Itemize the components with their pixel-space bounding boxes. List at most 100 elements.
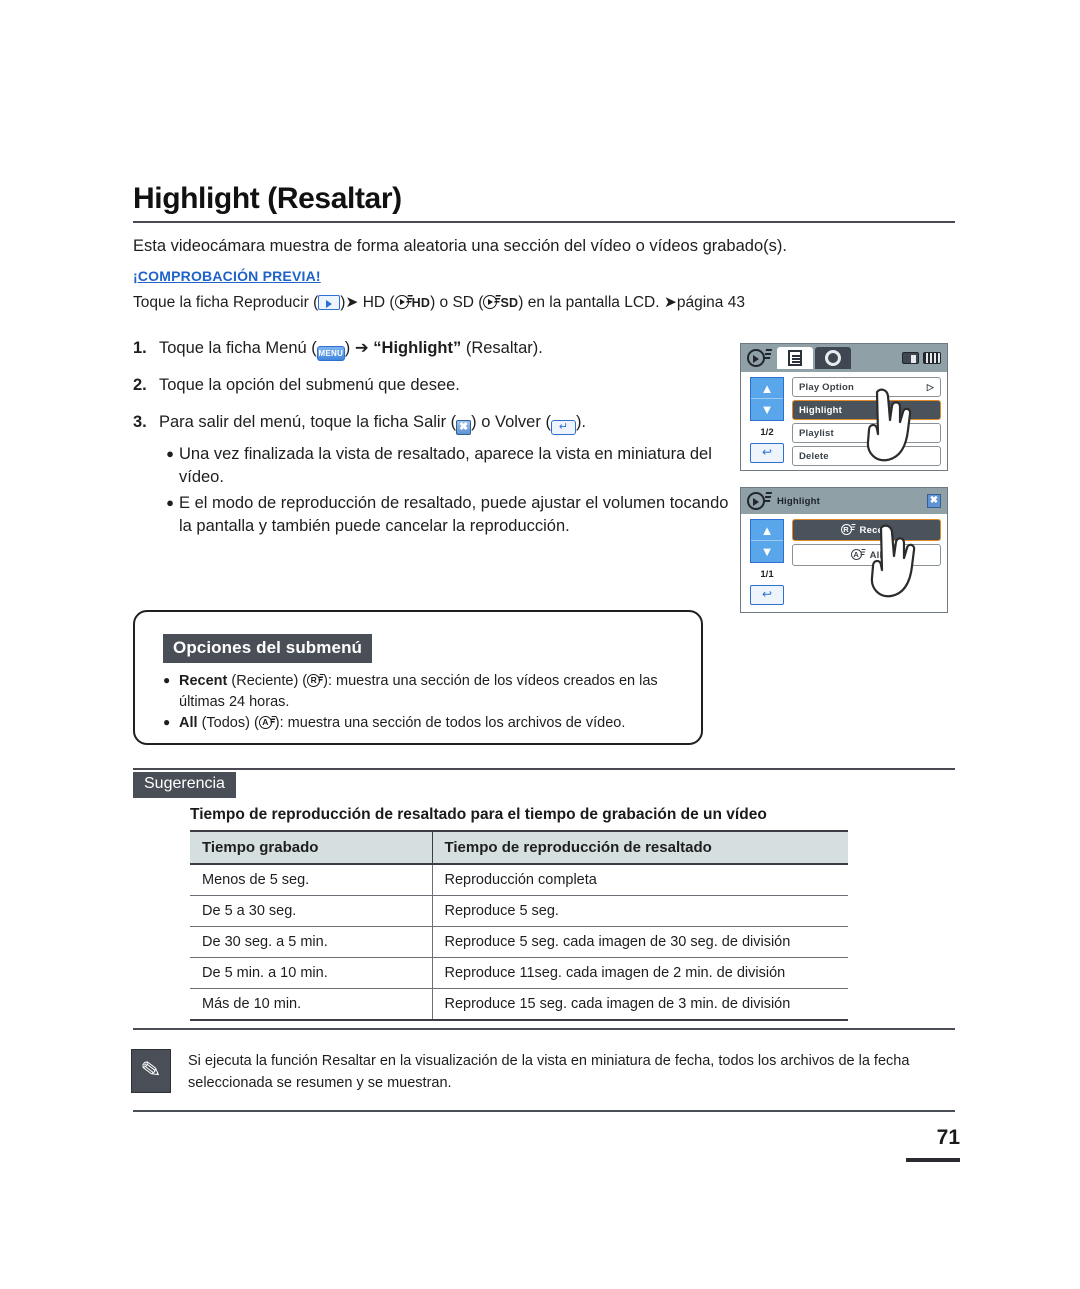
lcd2-up-arrow[interactable]: ▲	[751, 520, 783, 541]
step-3-post: ).	[575, 412, 587, 431]
lcd2-menu-item-all[interactable]: A All	[792, 544, 941, 566]
step-1: 1. Toque la ficha Menú (MENU) ➔ “Highlig…	[133, 336, 733, 361]
back-icon: ↵	[550, 419, 576, 435]
precheck-label: ¡COMPROBACIÓN PREVIA!	[133, 268, 321, 284]
manual-page: Highlight (Resaltar) Esta videocámara mu…	[0, 0, 1080, 1289]
lcd1-up-arrow[interactable]: ▲	[751, 378, 783, 399]
note-pencil-icon: ✎	[131, 1049, 171, 1093]
lcd1-menu-item-playlist[interactable]: Playlist	[792, 423, 941, 443]
submenu-option-all-desc: : muestra una sección de todos los archi…	[279, 715, 626, 732]
all-badge-icon-inline: A	[258, 716, 276, 730]
tab-document[interactable]	[777, 347, 813, 369]
lcd1-menu-item-play-option[interactable]: Play Option ▷	[792, 377, 941, 397]
precheck-text-3: HD (	[358, 294, 395, 311]
submenu-option-all-name: All	[179, 715, 198, 732]
submenu-option-all-text: All (Todos) (A): muestra una sección de …	[179, 715, 626, 732]
submenu-options-box: Opciones del submenú ● Recent (Reciente)…	[133, 610, 703, 745]
lcd2-menu-item-all-label: All	[869, 549, 883, 561]
bullet-dot-icon-3: ●	[163, 673, 171, 687]
lcd2-page-indicator: 1/1	[760, 569, 774, 580]
submenu-options-list: ● Recent (Reciente) (R): muestra una sec…	[163, 671, 683, 734]
gear-icon	[825, 350, 841, 366]
table-header-highlight-time: Tiempo de reproducción de resaltado	[432, 831, 848, 864]
all-badge-icon: A	[850, 549, 866, 561]
arrow-glyph: ➤	[345, 294, 359, 311]
lcd1-body: ▲ ▼ 1/2 ↩ Play Option ▷ Highlight Playli…	[741, 372, 947, 470]
table-cell-recorded: De 30 seg. a 5 min.	[190, 926, 433, 958]
table-row: Menos de 5 seg. Reproducción completa	[190, 864, 848, 896]
sd-label: SD	[500, 296, 519, 310]
table-cell-playback: Reproduce 11seg. cada imagen de 2 min. d…	[444, 965, 786, 981]
lcd-screen-highlight-submenu: Highlight ✖ ▲ ▼ 1/1 ↩ R Recent A All	[740, 487, 948, 613]
lcd2-menu-item-recent-label: Recent	[859, 524, 893, 536]
lcd1-menu-item-highlight[interactable]: Highlight	[792, 400, 941, 420]
lcd-screen-menu: ▲ ▼ 1/2 ↩ Play Option ▷ Highlight Playli…	[740, 343, 948, 471]
play-disc-icon-lcd1[interactable]	[747, 348, 773, 368]
lcd2-nav-column: ▲ ▼ 1/1 ↩	[747, 519, 787, 612]
table-row: De 5 a 30 seg. Reproduce 5 seg.	[190, 895, 848, 927]
lcd1-top-bar	[741, 344, 947, 372]
play-disc-icon-lcd2	[747, 491, 773, 511]
submenu-options-heading: Opciones del submenú	[163, 634, 373, 663]
step-3-pre: Para salir del menú, toque la ficha Sali…	[159, 412, 457, 431]
pencil-glyph: ✎	[139, 1055, 163, 1086]
submenu-option-recent-translation: (Reciente)	[231, 673, 299, 689]
page-title: Highlight (Resaltar)	[133, 182, 402, 215]
page-number-rule	[906, 1158, 960, 1162]
note-divider-bottom	[133, 1110, 955, 1112]
lcd2-menu-column: R Recent A All	[792, 519, 941, 612]
recent-badge-icon-inline: R	[307, 674, 324, 688]
table-header-row: Tiempo grabado Tiempo de reproducción de…	[190, 831, 848, 864]
step-1-arrow: ➔	[354, 339, 369, 357]
table-header-recorded-time: Tiempo grabado	[190, 831, 433, 864]
close-icon[interactable]: ✖	[927, 494, 941, 508]
table-row: De 5 min. a 10 min. Reproduce 11seg. cad…	[190, 957, 848, 989]
title-divider	[133, 221, 955, 223]
playback-time-table: Tiempo grabado Tiempo de reproducción de…	[190, 830, 848, 1021]
exit-icon: ✖	[456, 419, 472, 435]
tab-settings[interactable]	[815, 347, 851, 369]
step-bullet-1: ● Una vez finalizada la vista de resalta…	[161, 443, 733, 490]
lcd2-menu-item-recent[interactable]: R Recent	[792, 519, 941, 541]
steps-list: 1. Toque la ficha Menú (MENU) ➔ “Highlig…	[133, 336, 733, 540]
table-cell-playback: Reproduce 5 seg. cada imagen de 30 seg. …	[444, 934, 791, 950]
step-2-number: 2.	[133, 376, 147, 394]
menu-icon: MENU	[316, 346, 345, 361]
lcd1-back-button[interactable]: ↩	[750, 443, 784, 463]
precheck-text-1: Toque la ficha Reproducir (	[133, 294, 319, 311]
lcd1-menu-item-delete[interactable]: Delete	[792, 446, 941, 466]
lcd2-back-button[interactable]: ↩	[750, 585, 784, 605]
suggestion-tag: Sugerencia	[133, 772, 236, 798]
lcd1-status-icons	[902, 352, 941, 364]
lcd1-menu-item-play-option-label: Play Option	[799, 381, 854, 393]
step-bullets: ● Una vez finalizada la vista de resalta…	[133, 443, 733, 539]
table-cell-recorded: Menos de 5 seg.	[190, 864, 433, 896]
step-1-bold: “Highlight”	[373, 339, 462, 357]
play-tab-icon	[318, 295, 341, 310]
table-head: Tiempo grabado Tiempo de reproducción de…	[190, 831, 848, 864]
step-3-number: 3.	[133, 412, 147, 431]
lcd2-title: Highlight	[777, 495, 820, 507]
lcd2-down-arrow[interactable]: ▼	[751, 541, 783, 562]
play-disc-icon-2	[483, 295, 502, 310]
lcd1-down-arrow[interactable]: ▼	[751, 399, 783, 420]
step-bullet-2-text: E el modo de reproducción de resaltado, …	[179, 493, 729, 536]
submenu-option-all: ● All (Todos) (A): muestra una sección d…	[163, 713, 683, 734]
lcd1-menu-item-playlist-label: Playlist	[799, 427, 834, 439]
suggestion-divider	[133, 768, 955, 770]
step-1-number: 1.	[133, 339, 147, 357]
page-reference-arrow: ➤	[663, 294, 677, 311]
precheck-instruction: Toque la ficha Reproducir ()➤ HD (HD) o …	[133, 292, 963, 314]
page-reference: página 43	[676, 294, 745, 311]
table-cell-recorded: Más de 10 min.	[190, 988, 433, 1020]
lcd2-arrow-box: ▲ ▼	[750, 519, 784, 563]
lcd1-menu-column: Play Option ▷ Highlight Playlist Delete	[792, 377, 941, 470]
submenu-option-recent: ● Recent (Reciente) (R): muestra una sec…	[163, 671, 683, 712]
step-1-mid: )	[344, 339, 355, 357]
battery-icon	[923, 352, 941, 364]
bullet-dot-icon-4: ●	[163, 715, 171, 730]
step-bullet-2: ● E el modo de reproducción de resaltado…	[161, 492, 733, 539]
step-3: 3. Para salir del menú, toque la ficha S…	[133, 410, 733, 435]
step-3-text: Para salir del menú, toque la ficha Sali…	[159, 410, 733, 435]
table-cell-playback: Reproduce 5 seg.	[444, 903, 559, 919]
